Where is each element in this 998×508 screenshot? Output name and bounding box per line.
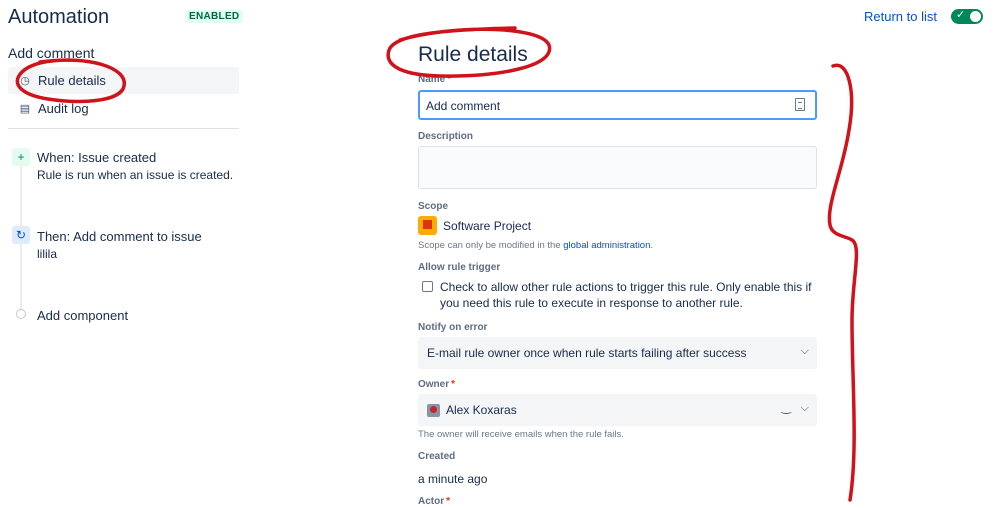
rule-name-heading: Add comment [8,45,95,61]
sidebar-item-audit-log[interactable]: ▤ Audit log [8,95,239,122]
description-textarea[interactable] [418,146,817,189]
toggle-knob [970,11,981,22]
app-title: Automation [8,6,110,28]
allow-rule-trigger-text: Check to allow other rule actions to tri… [440,280,812,310]
owner-label: Owner * [418,379,456,390]
actor-label: Actor * [418,496,451,507]
project-icon [418,216,437,235]
clock-icon: ◷ [20,75,30,87]
notify-on-error-label: Notify on error [418,322,488,333]
action-step-description: lilila [37,247,58,261]
add-component-button[interactable]: Add component [37,308,128,323]
page-title: Rule details [418,43,528,66]
allow-rule-trigger-checkbox[interactable] [422,281,433,292]
check-icon: ✓ [956,9,966,21]
sidebar-divider [8,128,239,129]
document-icon: ▤ [19,103,31,115]
annotation-brace [827,63,859,502]
created-value: a minute ago [418,472,488,486]
rule-name-input[interactable]: Add comment [418,90,817,120]
rule-enabled-toggle[interactable]: ✓ [951,9,983,24]
scope-project: Software Project [418,216,531,235]
sidebar-item-rule-details[interactable]: ◷ Rule details [8,67,239,94]
avatar [427,403,440,417]
created-label: Created [418,451,456,462]
allow-rule-trigger-label: Allow rule trigger [418,262,501,273]
scope-project-name: Software Project [443,218,532,233]
add-component-dot [16,309,26,319]
notify-on-error-select[interactable]: E-mail rule owner once when rule starts … [418,337,817,369]
owner-value: Alex Koxaras [446,403,517,417]
status-badge: ENABLED [185,10,244,23]
owner-select[interactable]: Alex Koxaras ‿ ⌵ [418,394,817,426]
sidebar-item-label: Audit log [38,101,89,116]
chevron-down-icon: ⌵ [800,402,809,414]
scope-label: Scope [418,201,449,212]
action-icon: ↻ [12,226,30,244]
owner-help-text: The owner will receive emails when the r… [418,429,624,440]
trigger-step-title[interactable]: When: Issue created [37,150,156,165]
scope-help-text: Scope can only be modified in the global… [418,240,654,251]
sidebar-item-label: Rule details [38,73,106,88]
name-label: Name * [418,74,452,85]
global-administration-link[interactable]: global administration [563,240,650,251]
field-info-icon[interactable] [795,98,805,111]
return-to-list-link[interactable]: Return to list [864,9,937,24]
rule-name-value: Add comment [426,99,501,113]
notify-on-error-value: E-mail rule owner once when rule starts … [427,346,747,360]
trigger-step-description: Rule is run when an issue is created. [37,168,234,182]
loading-spinner-icon: ‿ [781,400,791,414]
action-step-title[interactable]: Then: Add comment to issue [37,229,202,244]
plus-icon: + [12,148,30,166]
description-label: Description [418,131,474,142]
chevron-down-icon: ⌵ [800,345,809,357]
